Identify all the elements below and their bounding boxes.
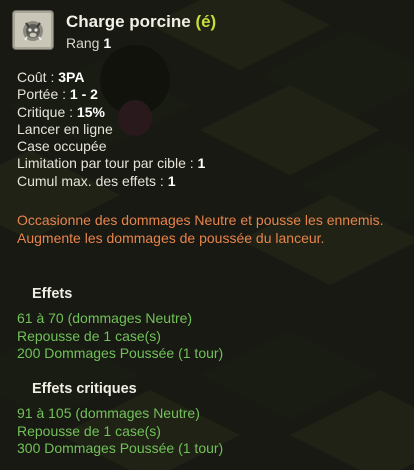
- critical-effect-item: 91 à 105 (dommages Neutre): [17, 405, 200, 421]
- stat-row-critical: Critique : 15%: [17, 104, 205, 121]
- effects-title: Effets: [32, 286, 73, 302]
- rank-label: Rang: [66, 35, 100, 51]
- spell-description: Occasionne des dommages Neutre et pousse…: [17, 212, 397, 247]
- boar-head-icon: [12, 10, 54, 50]
- stat-row-range: Portée : 1 - 2: [17, 86, 205, 103]
- stat-value: 3PA: [58, 69, 85, 85]
- spell-name: Charge porcine: [66, 12, 191, 31]
- description-line: Occasionne des dommages Neutre et pousse…: [17, 212, 384, 228]
- spell-header: Charge porcine (é) Rang 1: [12, 10, 216, 51]
- critical-effects-list: 91 à 105 (dommages Neutre) Repousse de 1…: [17, 405, 223, 458]
- effect-item: 61 à 70 (dommages Neutre): [17, 310, 193, 326]
- spell-suffix: (é): [195, 12, 217, 31]
- stat-label: Lancer en ligne: [17, 120, 113, 137]
- stat-label: Case occupée: [17, 138, 107, 155]
- stat-value: 1: [197, 155, 206, 172]
- effects-list: 61 à 70 (dommages Neutre) Repousse de 1 …: [17, 310, 223, 363]
- description-line: Augmente les dommages de poussée du lanc…: [17, 229, 325, 246]
- critical-effect-item: Repousse de 1 case(s): [17, 422, 161, 439]
- effect-item: 200 Dommages Poussée (1 tour): [17, 345, 224, 362]
- spell-title: Charge porcine (é): [66, 12, 216, 32]
- stat-label: Critique :: [17, 103, 77, 120]
- spell-title-block: Charge porcine (é) Rang 1: [66, 12, 216, 51]
- stat-row-line-cast: Lancer en ligne: [17, 121, 205, 138]
- rank-value: 1: [103, 35, 112, 51]
- effect-item: Repousse de 1 case(s): [17, 327, 161, 344]
- stat-row-occupied-cell: Case occupée: [17, 138, 205, 155]
- critical-effects-title: Effets critiques: [32, 381, 137, 397]
- stat-row-max-stack: Cumul max. des effets : 1: [17, 173, 205, 190]
- stat-value: 15%: [76, 103, 105, 120]
- critical-effect-item: 300 Dommages Poussée (1 tour): [17, 440, 224, 457]
- spell-stats: Coût : 3PA Portée : 1 - 2 Critique : 15%…: [17, 69, 205, 190]
- stat-label: Coût :: [17, 69, 59, 85]
- spell-rank: Rang 1: [66, 35, 216, 51]
- stat-value: 1: [167, 172, 176, 189]
- stat-row-limit-per-target: Limitation par tour par cible : 1: [17, 155, 205, 172]
- stat-value: 1 - 2: [69, 86, 98, 103]
- stat-label: Portée :: [17, 86, 70, 103]
- stat-label: Limitation par tour par cible :: [17, 155, 198, 172]
- stat-row-cost: Coût : 3PA: [17, 69, 205, 86]
- spell-tooltip-screen: Charge porcine (é) Rang 1 Coût : 3PA Por…: [0, 0, 414, 470]
- stat-label: Cumul max. des effets :: [17, 172, 168, 189]
